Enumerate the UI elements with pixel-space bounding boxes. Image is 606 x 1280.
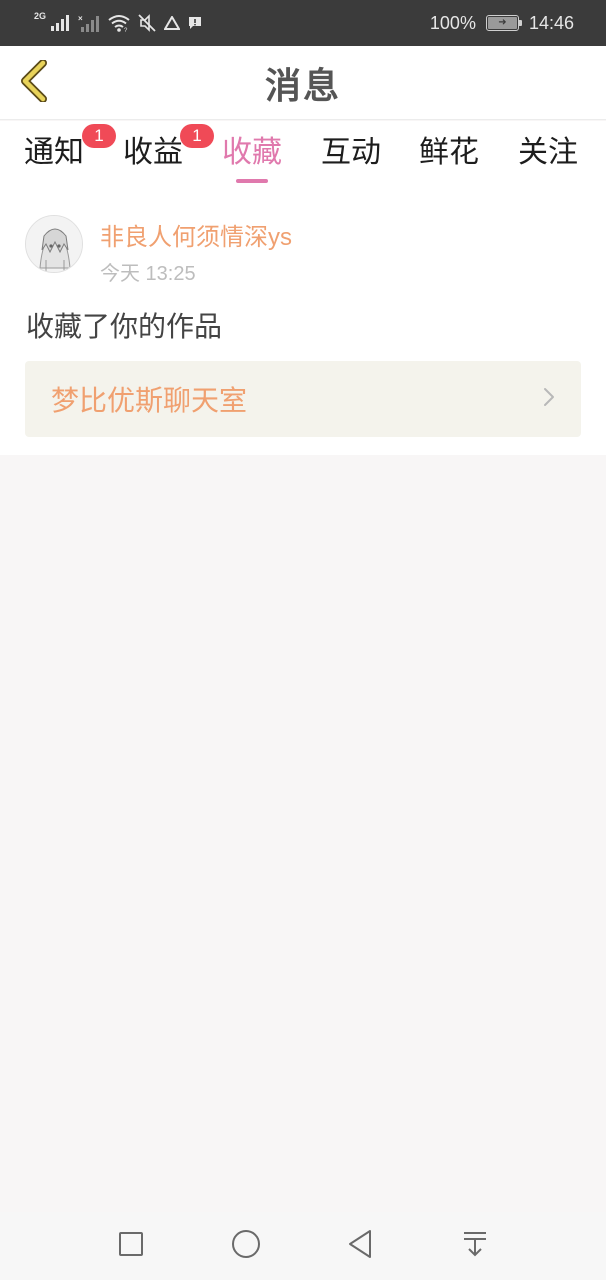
battery-percentage: 100% [429, 12, 476, 33]
svg-text:×: × [78, 14, 83, 23]
tab-notifications[interactable]: 通知 1 [24, 124, 116, 193]
tab-label: 互动 [321, 135, 381, 170]
tab-label: 收益 [123, 135, 183, 170]
tab-label: 通知 [24, 135, 84, 170]
favorite-notification: 非良人何须情深ys 今天 13:25 收藏了你的作品 梦比优斯聊天室 [0, 193, 606, 455]
message-alert-icon [188, 16, 202, 30]
home-icon [231, 1229, 261, 1263]
signal-icon [50, 15, 70, 31]
tab-label: 关注 [518, 135, 578, 170]
clock: 14:46 [528, 12, 574, 33]
system-nav-bar [0, 1212, 606, 1280]
system-back-button[interactable] [342, 1228, 378, 1264]
notification-pulldown-button[interactable] [457, 1228, 493, 1264]
tab-favorites[interactable]: 收藏 [222, 131, 282, 193]
tab-interactions[interactable]: 互动 [321, 131, 381, 193]
page-title: 消息 [264, 65, 341, 107]
signal-no-sim-icon: × [78, 14, 100, 32]
work-link[interactable]: 梦比优斯聊天室 [25, 361, 581, 437]
recent-apps-button[interactable] [113, 1228, 149, 1264]
network-type-label: 2G [34, 11, 47, 21]
chevron-right-icon [543, 387, 555, 411]
alert-triangle-icon [164, 16, 181, 30]
notification-message: 收藏了你的作品 [26, 310, 223, 343]
status-bar: 2G × ? 100% ➜ 14:46 [0, 0, 606, 46]
svg-text:?: ? [124, 28, 128, 32]
work-title: 梦比优斯聊天室 [51, 384, 248, 417]
home-button[interactable] [228, 1228, 264, 1264]
unread-badge: 1 [82, 124, 116, 148]
notification-pulldown-icon [462, 1230, 488, 1262]
recent-apps-icon [118, 1231, 144, 1261]
status-icons-left: 2G × ? [34, 11, 202, 32]
tab-earnings[interactable]: 收益 1 [123, 124, 214, 193]
status-icons-right: 100% ➜ 14:46 [430, 13, 574, 34]
battery-charging-icon: ➜ [485, 15, 522, 31]
tab-label: 收藏 [222, 135, 282, 170]
username[interactable]: 非良人何须情深ys [100, 217, 292, 252]
tab-label: 鲜花 [419, 135, 479, 170]
timestamp: 今天 13:25 [100, 263, 196, 285]
app-header: 消息 [0, 46, 606, 120]
wifi-icon: ? [108, 14, 130, 32]
active-tab-indicator [236, 179, 268, 183]
chevron-left-icon [19, 59, 49, 106]
tab-follows[interactable]: 关注 [518, 131, 578, 193]
mute-icon [138, 14, 156, 32]
back-icon [346, 1229, 374, 1263]
back-button[interactable] [14, 59, 54, 106]
avatar[interactable] [25, 215, 83, 273]
tab-flowers[interactable]: 鲜花 [419, 131, 479, 193]
unread-badge: 1 [180, 124, 214, 148]
message-tabs: 通知 1 收益 1 收藏 互动 鲜花 关注 [0, 121, 606, 193]
